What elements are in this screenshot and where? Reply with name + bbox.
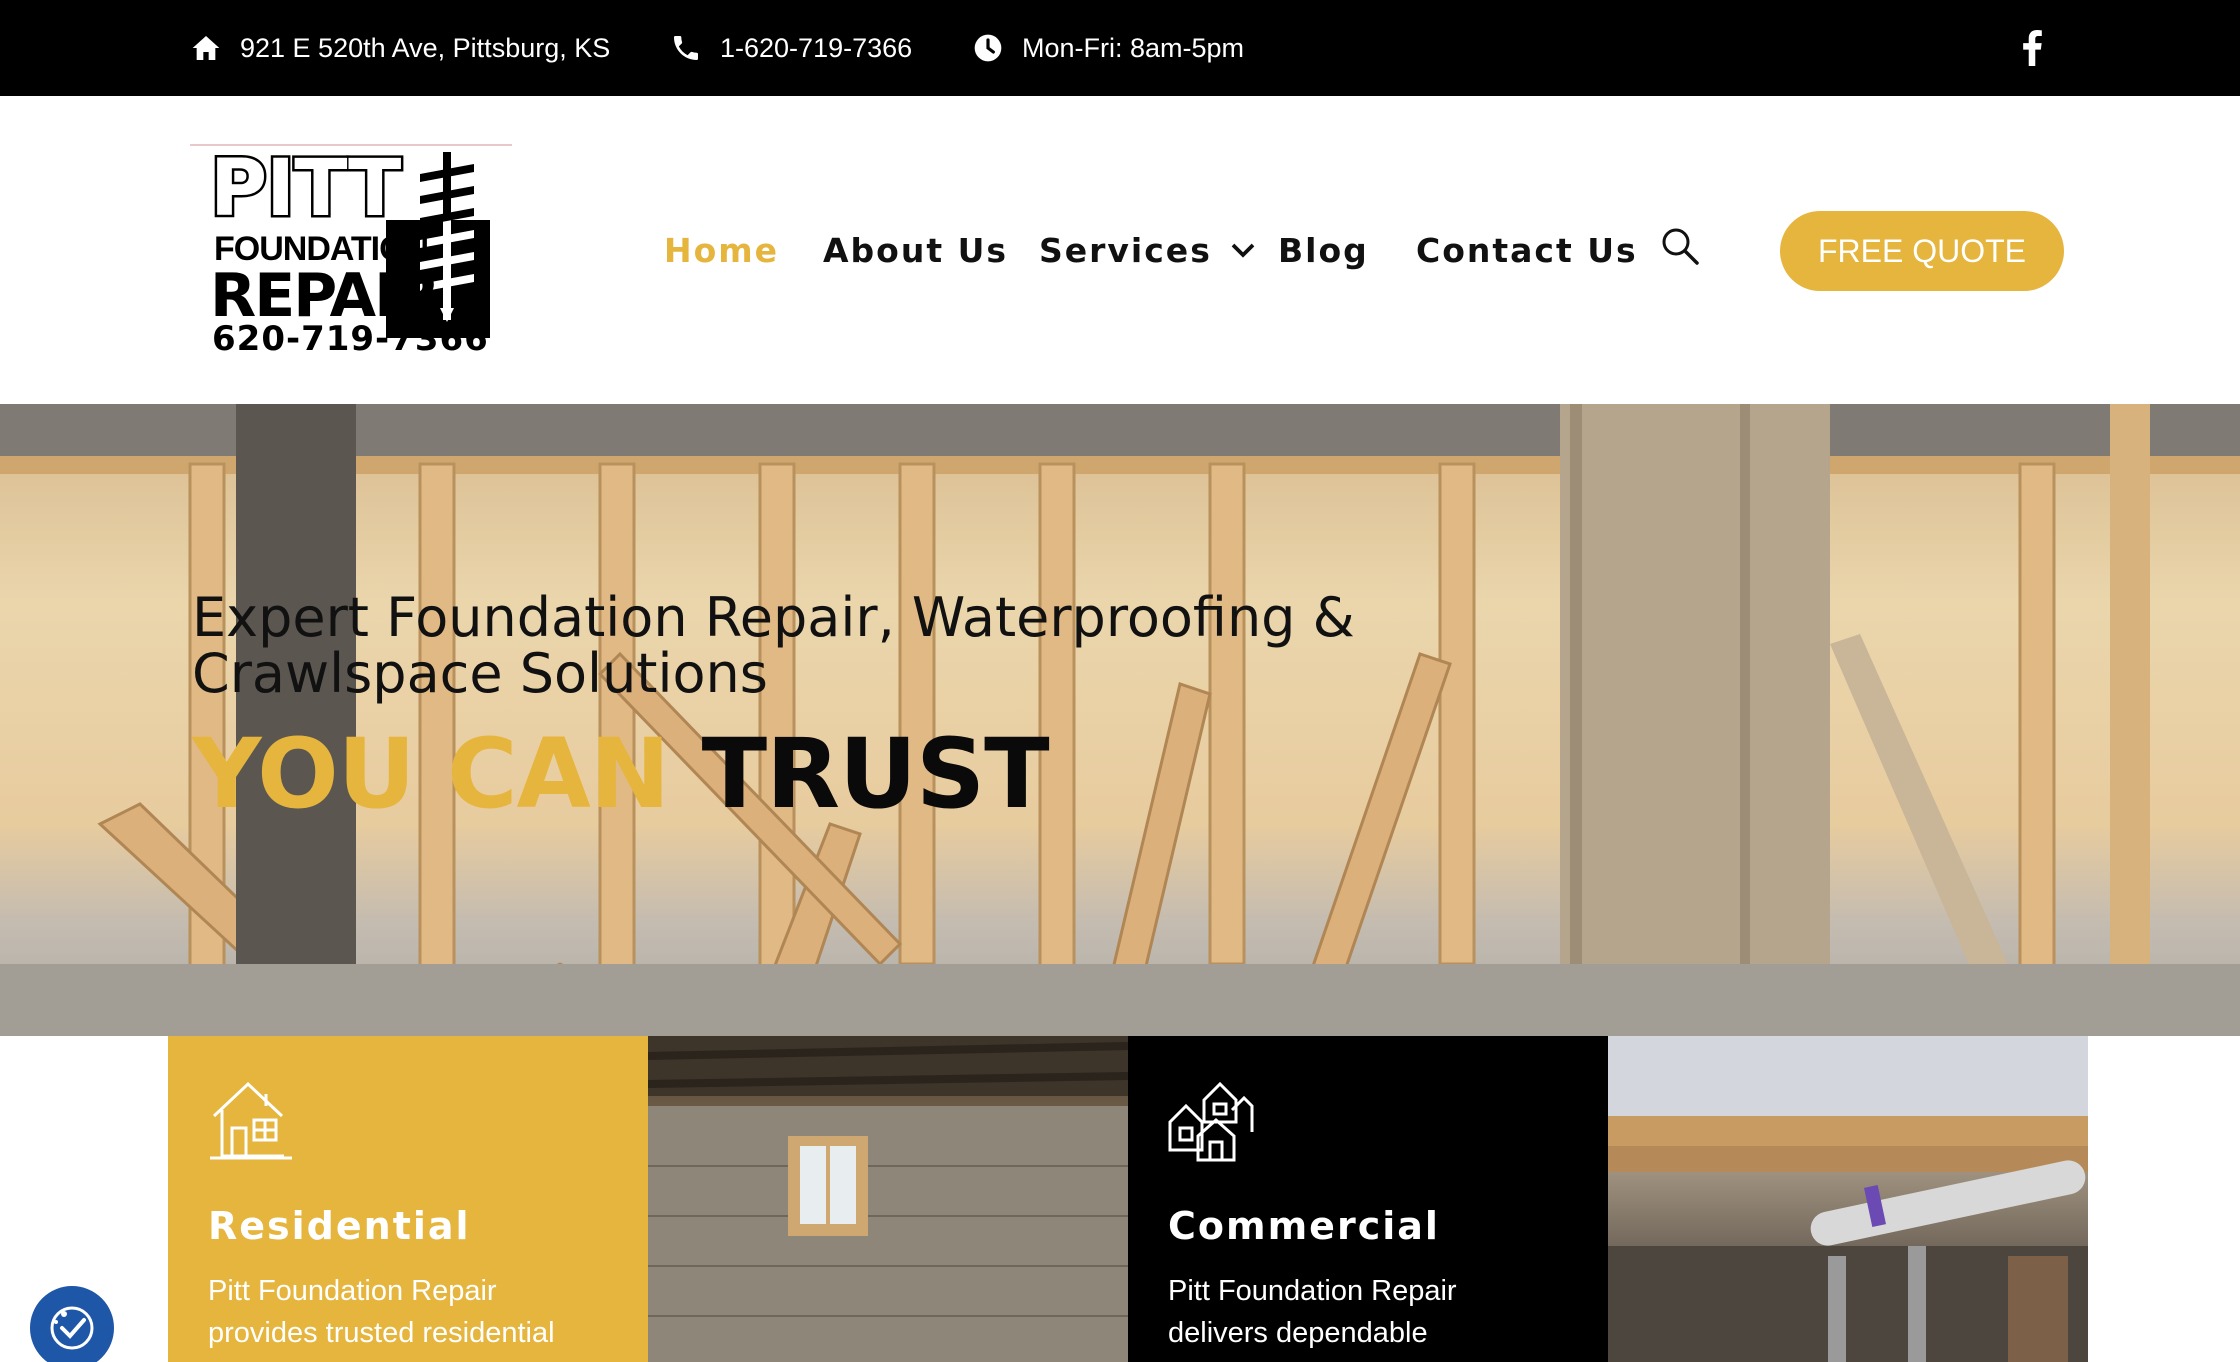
nav-services[interactable]: Services — [1039, 96, 1258, 404]
logo-repair: REPAIR — [210, 261, 441, 331]
site-header: PITT PITT FOUNDATION REPAIR 620-719-7366… — [0, 96, 2240, 404]
address-text: 921 E 520th Ave, Pittsburg, KS — [240, 32, 611, 63]
address-info: 921 E 520th Ave, Pittsburg, KS — [190, 0, 610, 96]
accessibility-icon — [50, 1306, 94, 1350]
hero-banner: Expert Foundation Repair, Waterproofing … — [0, 404, 2240, 1036]
nav-services-label: Services — [1039, 230, 1212, 270]
chevron-down-icon — [1231, 243, 1255, 258]
crawlspace-image — [1608, 1036, 2088, 1362]
nav-home[interactable]: Home — [664, 96, 779, 404]
hours-info: Mon-Fri: 8am-5pm — [972, 0, 1244, 96]
buildings-icon — [1168, 1081, 1254, 1162]
hero-tagline: YOU CAN TRUST — [192, 726, 1050, 822]
clock-icon — [974, 34, 1002, 62]
nav-about-us[interactable]: About Us — [823, 96, 1008, 404]
house-icon — [210, 1081, 292, 1160]
service-cards: Residential Pitt Foundation Repair provi… — [168, 1036, 2088, 1362]
card-residential-title: Residential — [208, 1204, 471, 1248]
logo-phone: 620-719-7366 — [212, 319, 489, 359]
nav-blog[interactable]: Blog — [1278, 96, 1369, 404]
basement-photo — [648, 1036, 1128, 1362]
card-commercial[interactable]: Commercial Pitt Foundation Repair delive… — [1128, 1036, 1608, 1362]
card-commercial-text: Pitt Foundation Repair delivers dependab… — [1168, 1275, 1457, 1349]
site-logo[interactable]: PITT PITT FOUNDATION REPAIR 620-719-7366 — [190, 144, 512, 356]
phone-icon — [674, 36, 698, 60]
card-residential[interactable]: Residential Pitt Foundation Repair provi… — [168, 1036, 648, 1362]
free-quote-button[interactable]: FREE QUOTE — [1780, 211, 2064, 291]
hero-tagline-highlight: YOU CAN — [192, 718, 670, 830]
facebook-icon — [2023, 30, 2042, 66]
nav-contact-us[interactable]: Contact Us — [1416, 96, 1638, 404]
hours-text: Mon-Fri: 8am-5pm — [1022, 32, 1245, 63]
facebook-link[interactable] — [2016, 28, 2048, 68]
top-info-bar: 921 E 520th Ave, Pittsburg, KS 1-620-719… — [0, 0, 2240, 96]
logo-pitt: PITT — [210, 144, 401, 234]
basement-image — [648, 1036, 1128, 1362]
card-residential-text: Pitt Foundation Repair provides trusted … — [208, 1275, 555, 1349]
phone-text[interactable]: 1-620-719-7366 — [720, 33, 912, 64]
home-icon — [192, 36, 220, 60]
search-icon[interactable] — [1660, 226, 1700, 266]
hero-heading: Expert Foundation Repair, Waterproofing … — [192, 586, 1355, 705]
accessibility-button[interactable] — [26, 1282, 118, 1362]
card-commercial-title: Commercial — [1168, 1204, 1440, 1248]
hero-tagline-rest: TRUST — [701, 718, 1050, 830]
phone-info[interactable]: 1-620-719-7366 — [670, 0, 912, 96]
crawlspace-photo — [1608, 1036, 2088, 1362]
